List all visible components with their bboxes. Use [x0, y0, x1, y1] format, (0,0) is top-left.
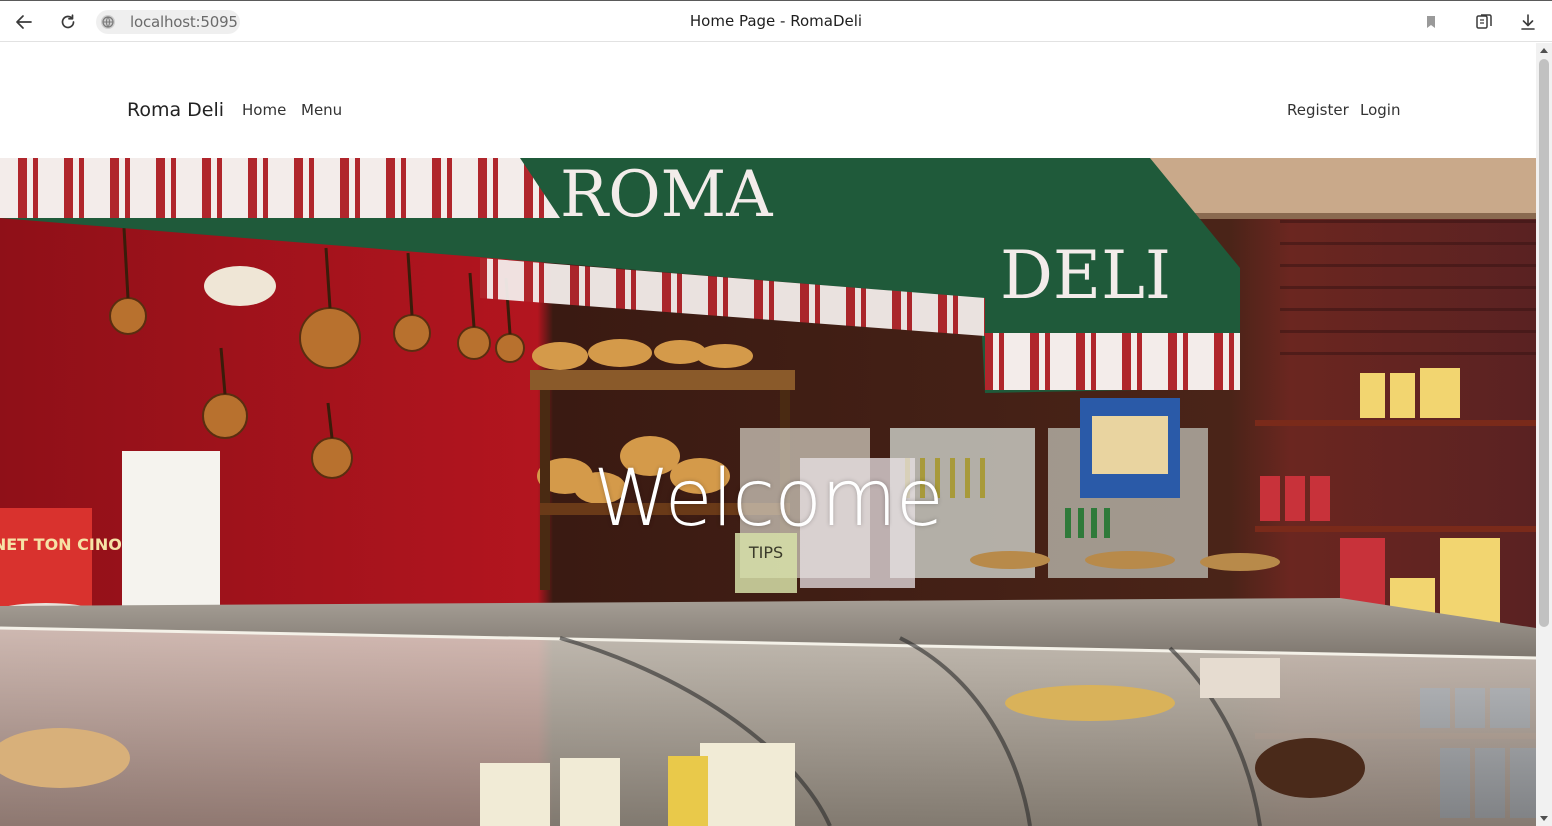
- scrollbar-thumb[interactable]: [1539, 59, 1549, 627]
- site-navbar: Roma Deli Home Menu Register Login: [0, 43, 1536, 158]
- login-link[interactable]: Login: [1360, 101, 1400, 119]
- collections-button[interactable]: [1469, 7, 1499, 37]
- register-link[interactable]: Register: [1287, 101, 1349, 119]
- nav-home-link[interactable]: Home: [242, 101, 286, 119]
- tips-jar-text: TIPS: [748, 543, 783, 562]
- hero-banner: ROMA DELI ET TON CINO TIPS Welcome: [0, 158, 1536, 826]
- welcome-heading: Welcome: [593, 454, 944, 544]
- collections-icon: [1476, 14, 1492, 29]
- scroll-up-arrow-icon[interactable]: [1540, 48, 1548, 53]
- nav-menu-link[interactable]: Menu: [301, 101, 342, 119]
- bookmark-button[interactable]: [1416, 7, 1446, 37]
- scroll-down-arrow-icon[interactable]: [1540, 816, 1548, 821]
- awning-roma-text: ROMA: [560, 158, 773, 232]
- bookmark-icon: [1427, 16, 1435, 28]
- awning-deli-text: DELI: [1000, 237, 1171, 314]
- download-button[interactable]: [1513, 7, 1543, 37]
- vertical-scrollbar[interactable]: [1536, 43, 1552, 826]
- brand-link[interactable]: Roma Deli: [127, 99, 224, 121]
- page-title: Home Page - RomaDeli: [689, 12, 863, 30]
- download-icon: [1521, 14, 1535, 30]
- browser-toolbar: localhost:5095 Home Page - RomaDeli: [0, 0, 1552, 42]
- page-viewport: Roma Deli Home Menu Register Login ROMA …: [0, 43, 1536, 826]
